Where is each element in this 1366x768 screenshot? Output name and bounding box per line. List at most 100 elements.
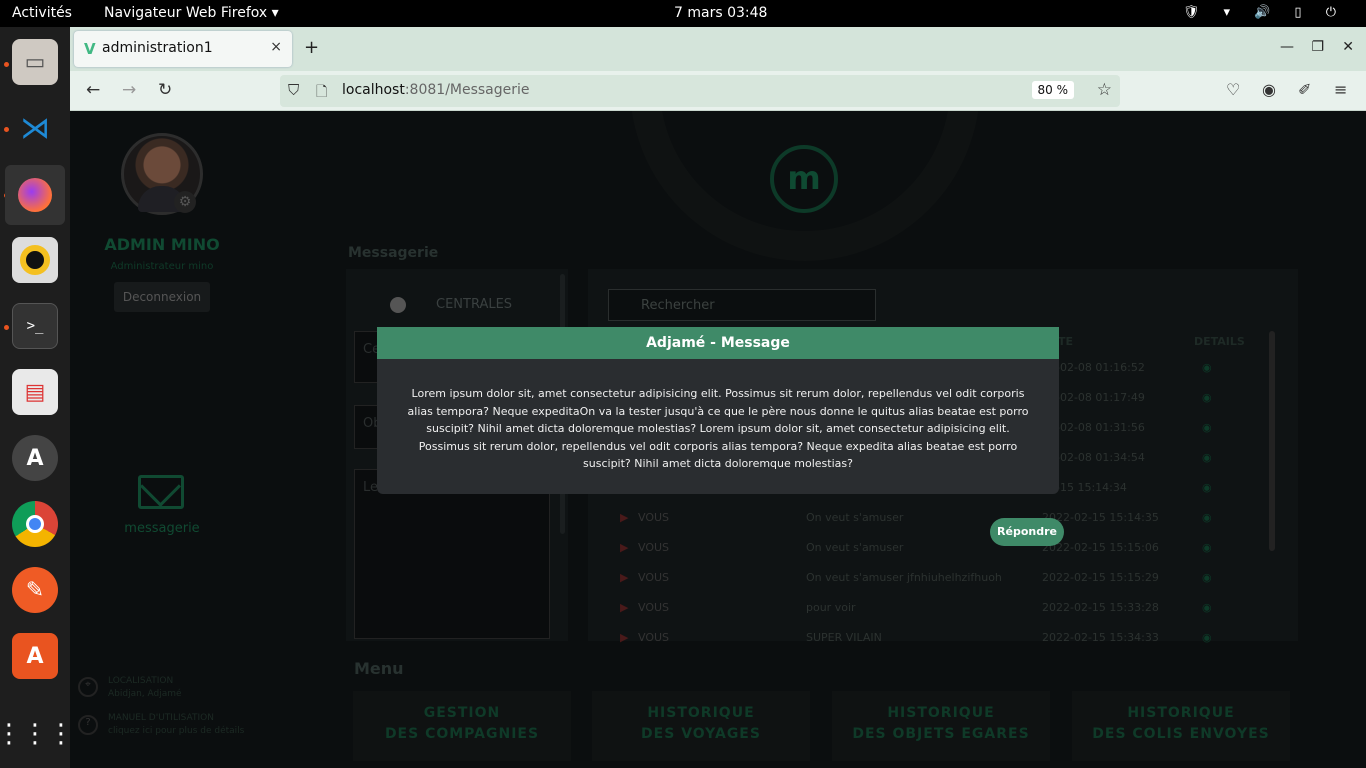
eye-icon[interactable]: ◉ (1202, 511, 1212, 524)
tracking-shield-icon[interactable]: ⛉ (288, 81, 299, 99)
files-icon[interactable]: ▭ (12, 39, 58, 85)
message-textarea[interactable]: Le message (354, 469, 550, 639)
bookmark-star-icon[interactable]: ☆ (1097, 80, 1112, 100)
eye-icon[interactable]: ◉ (1202, 541, 1212, 554)
account-icon[interactable]: ◉ (1262, 80, 1276, 99)
menu-card-lost-objects[interactable]: HISTORIQUE DES OBJETS EGARES (832, 691, 1050, 761)
manual-title[interactable]: MANUEL D'UTILISATION (108, 713, 214, 723)
forward-icon[interactable]: → (122, 80, 136, 100)
postman-icon[interactable]: ✎ (12, 567, 58, 613)
software-updater-icon[interactable]: A (12, 435, 58, 481)
tab-close-icon[interactable]: × (270, 39, 282, 55)
maximize-icon[interactable]: ❐ (1311, 39, 1324, 55)
url-path: :8081/Messagerie (404, 82, 530, 98)
eye-icon[interactable]: ◉ (1202, 571, 1212, 584)
tab-title: administration1 (102, 40, 213, 56)
table-row[interactable]: ▶ VOUS On veut s'amuser jfnhiuhelhzifhuoh 2… (620, 571, 1270, 587)
table-row[interactable]: ▶ VOUS On veut s'amuser 2022-02-15 15:14:35… (620, 511, 1270, 527)
row-sender: VOUS (638, 571, 670, 584)
clock[interactable]: 7 mars 03:48 (674, 5, 767, 21)
help-icon[interactable]: ? (78, 715, 98, 735)
close-window-icon[interactable]: ✕ (1342, 39, 1354, 55)
search-input[interactable]: Rechercher (608, 289, 876, 321)
reload-icon[interactable]: ↻ (158, 80, 172, 100)
modal-body: Lorem ipsum dolor sit, amet consectetur … (407, 387, 1029, 471)
address-bar[interactable]: ⛉ 🗋 localhost:8081/Messagerie 80 % ☆ (280, 75, 1120, 107)
dock: ▭ ⋊ >_ ▤ A ✎ A ⋮⋮⋮ (0, 27, 74, 768)
location-title: LOCALISATION (108, 676, 174, 686)
running-indicator (4, 62, 9, 67)
activities-button[interactable]: Activités (12, 5, 72, 21)
tab-strip: V administration1 × + — ❐ ✕ (70, 27, 1366, 71)
menu-icon[interactable]: ≡ (1334, 80, 1347, 99)
system-tray[interactable]: 🛡 ▾ 🔊 ▯ ⏻ (1183, 5, 1346, 20)
extension-icon[interactable]: ✐ (1298, 80, 1311, 99)
centrales-label: CENTRALES (436, 297, 513, 312)
table-row[interactable]: ▶ VOUS SUPER VILAIN 2022-02-15 15:34:33 ◉ (620, 631, 1270, 647)
document-viewer-icon[interactable]: ▤ (12, 369, 58, 415)
eye-icon[interactable]: ◉ (1202, 451, 1212, 464)
row-date: 2022-02-15 15:33:28 (1042, 601, 1159, 614)
envelope-icon[interactable] (138, 475, 184, 509)
messaging-link[interactable]: messagerie (110, 521, 214, 536)
eye-icon[interactable]: ◉ (1202, 361, 1212, 374)
table-row[interactable]: ▶ VOUS On veut s'amuser 2022-02-15 15:15:06… (620, 541, 1270, 557)
row-date: 2022-02-15 15:15:29 (1042, 571, 1159, 584)
centrales-radio[interactable] (390, 297, 406, 313)
eye-icon[interactable]: ◉ (1202, 391, 1212, 404)
gear-icon[interactable]: ⚙ (174, 191, 196, 213)
modal-title: Adjamé - Message (377, 327, 1059, 359)
app-center-icon[interactable]: A (12, 633, 58, 679)
location-pin-icon: ⌖ (78, 677, 98, 697)
system-top-bar: Activités Navigateur Web Firefox ▾ 7 mar… (0, 0, 1366, 27)
arrow-icon: ▶ (620, 541, 629, 554)
card-line1: GESTION (423, 705, 501, 721)
row-date: 2022-02-15 15:34:33 (1042, 631, 1159, 644)
row-sender: VOUS (638, 511, 670, 524)
app-menu[interactable]: Navigateur Web Firefox ▾ (104, 5, 279, 21)
location-value: Abidjan, Adjamé (108, 689, 182, 699)
minimize-icon[interactable]: — (1280, 39, 1294, 55)
firefox-icon[interactable] (5, 165, 65, 225)
card-line2: DES COMPAGNIES (384, 726, 540, 742)
chrome-icon[interactable] (12, 501, 58, 547)
menu-card-companies[interactable]: GESTION DES COMPAGNIES (353, 691, 571, 761)
page-info-icon[interactable]: 🗋 (316, 81, 327, 105)
row-sender: VOUS (638, 631, 670, 644)
arrow-icon: ▶ (620, 511, 629, 524)
row-subject: On veut s'amuser jfnhiuhelhzifhuoh (806, 571, 1002, 584)
menu-card-parcels[interactable]: HISTORIQUE DES COLIS ENVOYES (1072, 691, 1290, 761)
scrollbar[interactable] (1269, 331, 1275, 551)
row-sender: VOUS (638, 601, 670, 614)
eye-icon[interactable]: ◉ (1202, 421, 1212, 434)
eye-icon[interactable]: ◉ (1202, 481, 1212, 494)
arrow-icon: ▶ (620, 571, 629, 584)
site-logo: m (770, 145, 838, 213)
admin-name: ADMIN MINO (104, 235, 220, 254)
vscode-icon[interactable]: ⋊ (12, 105, 58, 151)
tab-administration1[interactable]: V administration1 × (74, 31, 292, 67)
terminal-icon[interactable]: >_ (12, 303, 58, 349)
arrow-icon: ▶ (620, 601, 629, 614)
new-tab-button[interactable]: + (304, 37, 319, 58)
show-applications-icon[interactable]: ⋮⋮⋮ (0, 711, 74, 757)
column-details: DETAILS (1194, 335, 1245, 348)
back-icon[interactable]: ← (86, 80, 100, 100)
row-sender: VOUS (638, 541, 670, 554)
manual-link[interactable]: cliquez ici pour plus de détails (108, 726, 244, 736)
menu-card-trips[interactable]: HISTORIQUE DES VOYAGES (592, 691, 810, 761)
messagerie-title: Messagerie (348, 245, 439, 261)
navigation-bar: ← → ↻ ⛉ 🗋 localhost:8081/Messagerie 80 %… (70, 71, 1366, 111)
eye-icon[interactable]: ◉ (1202, 601, 1212, 614)
url-text[interactable]: localhost:8081/Messagerie (342, 82, 530, 98)
reply-button[interactable]: Répondre (990, 518, 1064, 546)
logout-button[interactable]: Deconnexion (114, 282, 210, 312)
arrow-icon: ▶ (620, 631, 629, 644)
pocket-icon[interactable]: ♡ (1226, 80, 1240, 99)
running-indicator (4, 325, 9, 330)
table-row[interactable]: ▶ VOUS pour voir 2022-02-15 15:33:28 ◉ (620, 601, 1270, 617)
zoom-level[interactable]: 80 % (1031, 81, 1074, 99)
admin-role: Administrateur mino (110, 261, 214, 272)
rhythmbox-icon[interactable] (12, 237, 58, 283)
eye-icon[interactable]: ◉ (1202, 631, 1212, 644)
